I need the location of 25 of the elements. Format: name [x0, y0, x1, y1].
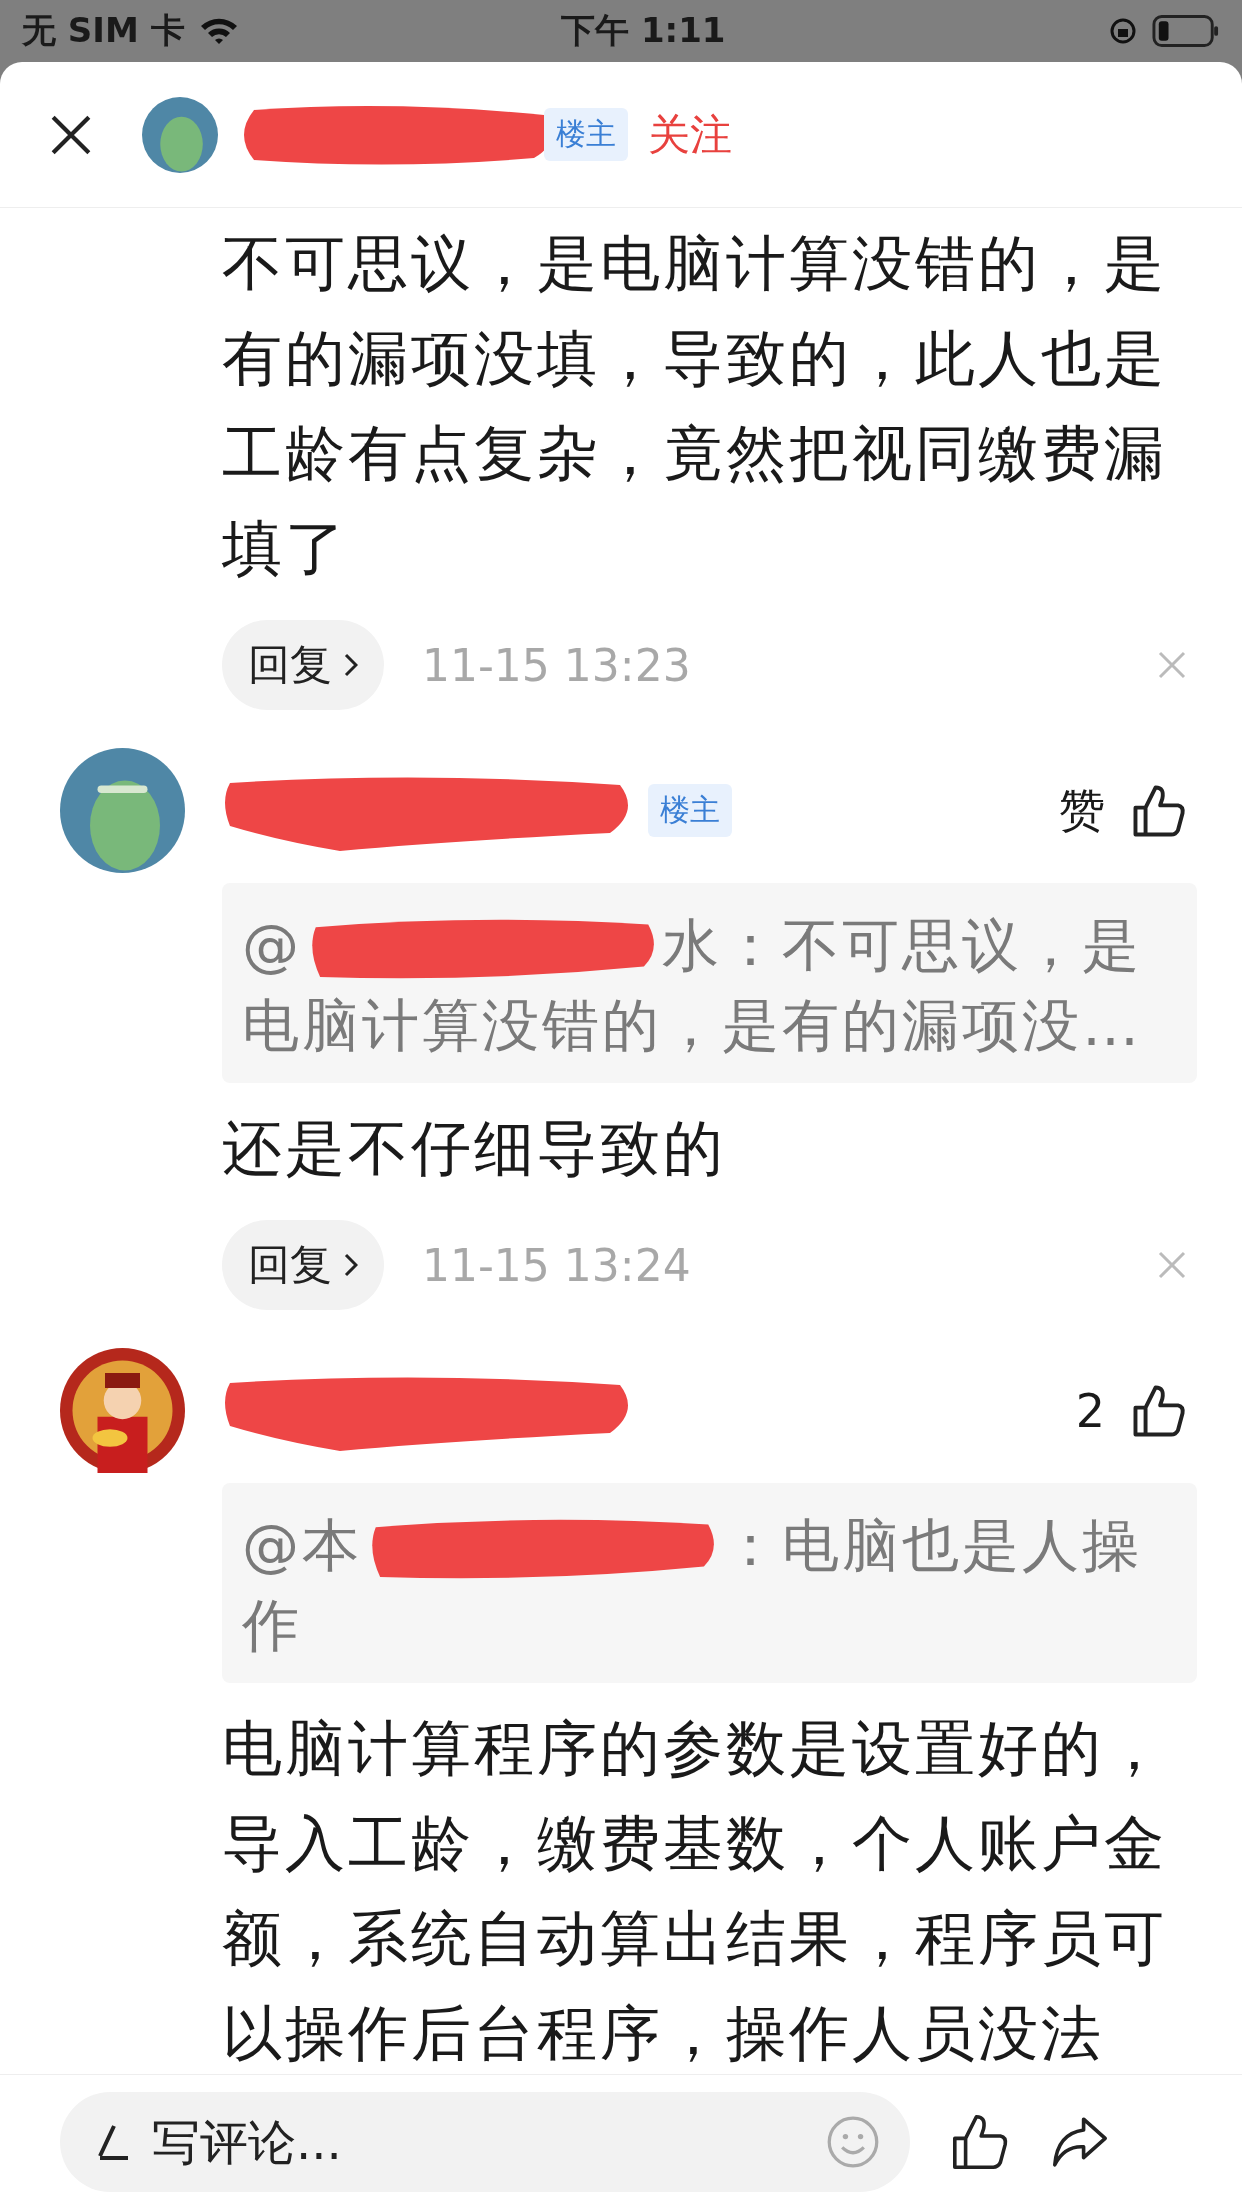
quoted-comment[interactable]: @本 ：电脑也是人操作: [222, 1483, 1197, 1683]
battery-icon: [1152, 14, 1220, 48]
chevron-icon: [344, 1253, 358, 1277]
avatar[interactable]: [60, 748, 185, 873]
close-icon[interactable]: [50, 113, 92, 156]
avatar[interactable]: [142, 96, 218, 173]
clock: 下午 1:11: [561, 9, 727, 52]
comment-text: 还是不仔细导致的: [222, 1112, 727, 1185]
like-count: 2: [1075, 1383, 1105, 1438]
reply-button[interactable]: 回复: [222, 620, 384, 710]
comment-input[interactable]: 写评论...: [60, 2091, 910, 2192]
author-badge: 楼主: [544, 108, 628, 161]
comment-text: 不可思议，是电脑计算没错的，是有的漏项没填，导致的，此人也是工龄有点复杂，竟然把视同缴费漏填了: [222, 227, 1168, 585]
timestamp: 11-15 13:24: [422, 1239, 691, 1291]
rotation-lock-icon: [1108, 16, 1138, 46]
comment-text: 电脑计算程序的参数是设置好的，导入工龄，缴费基数，个人账户金额，系统自动算出结果，程序员可以操作后台程序，操作人员没法: [222, 1712, 1168, 2070]
quoted-comment[interactable]: @ 水：不可思议，是电脑计算没错的，是有的漏项没…: [222, 883, 1197, 1083]
carrier: 无 SIM 卡: [22, 9, 185, 52]
chevron-icon: [344, 653, 358, 677]
like-count: 赞: [1059, 781, 1105, 839]
author-badge: 楼主: [648, 784, 732, 837]
timestamp: 11-15 13:23: [422, 639, 691, 691]
follow-button[interactable]: 关注: [648, 106, 732, 163]
avatar[interactable]: [60, 1348, 185, 1473]
reply-button[interactable]: 回复: [222, 1220, 384, 1310]
